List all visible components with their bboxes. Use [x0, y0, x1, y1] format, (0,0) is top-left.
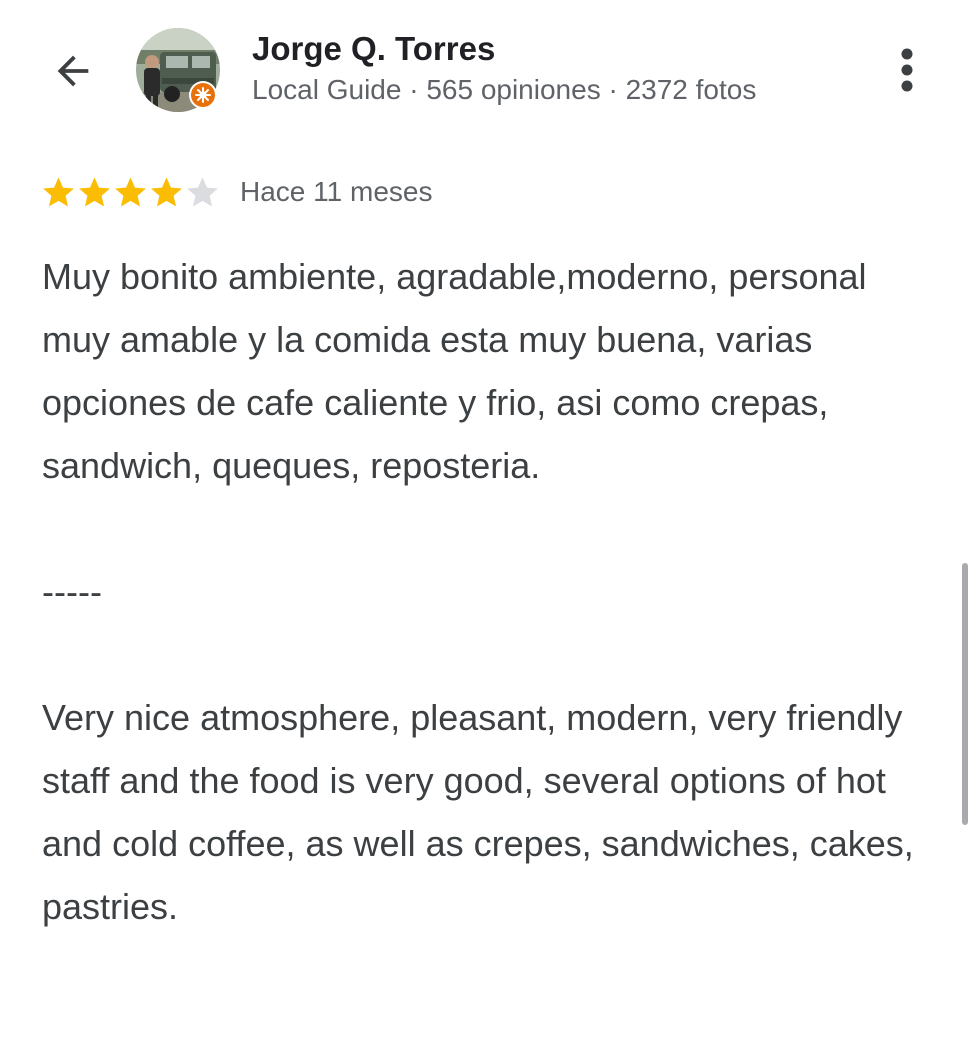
star-filled-icon	[151, 176, 182, 207]
reviewer-meta: Local Guide · 565 opiniones · 2372 fotos	[252, 74, 757, 105]
rating-row: Hace 11 meses	[40, 172, 432, 212]
review-paragraph-spanish: Muy bonito ambiente, agradable,moderno, …	[42, 256, 867, 486]
back-button[interactable]	[46, 44, 100, 98]
avatar[interactable]	[136, 28, 220, 112]
more-options-button[interactable]	[886, 42, 928, 98]
review-header: Jorge Q. Torres Local Guide · 565 opinio…	[0, 0, 980, 140]
star-empty-icon	[187, 176, 218, 207]
more-vert-icon	[901, 48, 913, 92]
star-filled-icon	[43, 176, 74, 207]
local-guide-badge-icon	[189, 81, 217, 109]
review-separator: -----	[42, 571, 102, 612]
reviewer-name[interactable]: Jorge Q. Torres	[252, 30, 495, 68]
review-paragraph-english: Very nice atmosphere, pleasant, modern, …	[42, 697, 914, 927]
scrollbar[interactable]	[962, 563, 968, 825]
arrow-left-icon	[57, 55, 89, 87]
review-date: Hace 11 meses	[240, 176, 433, 207]
star-filled-icon	[79, 176, 110, 207]
review-text: Muy bonito ambiente, agradable,moderno, …	[42, 245, 942, 938]
star-rating	[40, 174, 220, 211]
star-filled-icon	[115, 176, 146, 207]
